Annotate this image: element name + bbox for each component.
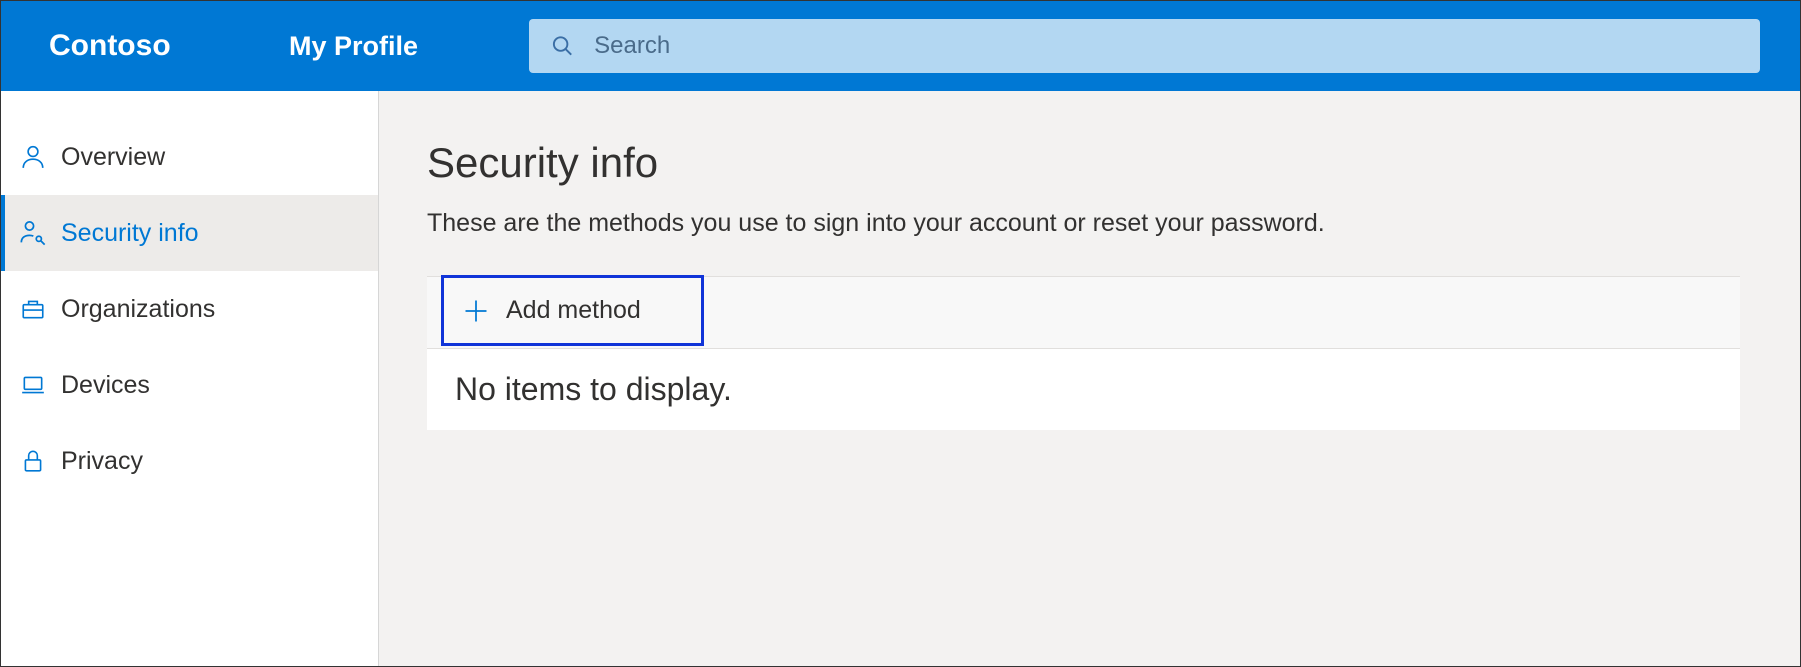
add-method-button[interactable]: Add method: [441, 275, 704, 346]
person-icon: [19, 143, 47, 171]
plus-icon: [462, 297, 490, 325]
sidebar-item-overview[interactable]: Overview: [1, 119, 378, 195]
app-name: My Profile: [289, 31, 489, 62]
sidebar-item-label: Devices: [61, 371, 150, 400]
sidebar: Overview Security info Organizations Dev…: [1, 91, 379, 666]
sidebar-item-privacy[interactable]: Privacy: [1, 423, 378, 499]
app-header: Contoso My Profile: [1, 1, 1800, 91]
sidebar-item-organizations[interactable]: Organizations: [1, 271, 378, 347]
empty-state-message: No items to display.: [455, 371, 732, 407]
sidebar-item-label: Overview: [61, 143, 165, 172]
page-title: Security info: [427, 139, 1740, 187]
methods-list: No items to display.: [427, 349, 1740, 430]
search-box[interactable]: [529, 19, 1760, 73]
lock-icon: [19, 447, 47, 475]
sidebar-item-security-info[interactable]: Security info: [1, 195, 378, 271]
add-method-label: Add method: [506, 296, 641, 325]
method-toolbar: Add method: [427, 276, 1740, 349]
briefcase-icon: [19, 295, 47, 323]
brand-name: Contoso: [49, 29, 289, 63]
search-input[interactable]: [594, 32, 1738, 60]
search-icon: [551, 34, 574, 58]
layout: Overview Security info Organizations Dev…: [1, 91, 1800, 666]
main-content: Security info These are the methods you …: [379, 91, 1800, 666]
sidebar-item-label: Privacy: [61, 447, 143, 476]
sidebar-item-label: Security info: [61, 219, 199, 248]
laptop-icon: [19, 371, 47, 399]
person-key-icon: [19, 219, 47, 247]
page-subtitle: These are the methods you use to sign in…: [427, 209, 1740, 238]
sidebar-item-devices[interactable]: Devices: [1, 347, 378, 423]
search-container: [529, 19, 1760, 73]
sidebar-item-label: Organizations: [61, 295, 215, 324]
